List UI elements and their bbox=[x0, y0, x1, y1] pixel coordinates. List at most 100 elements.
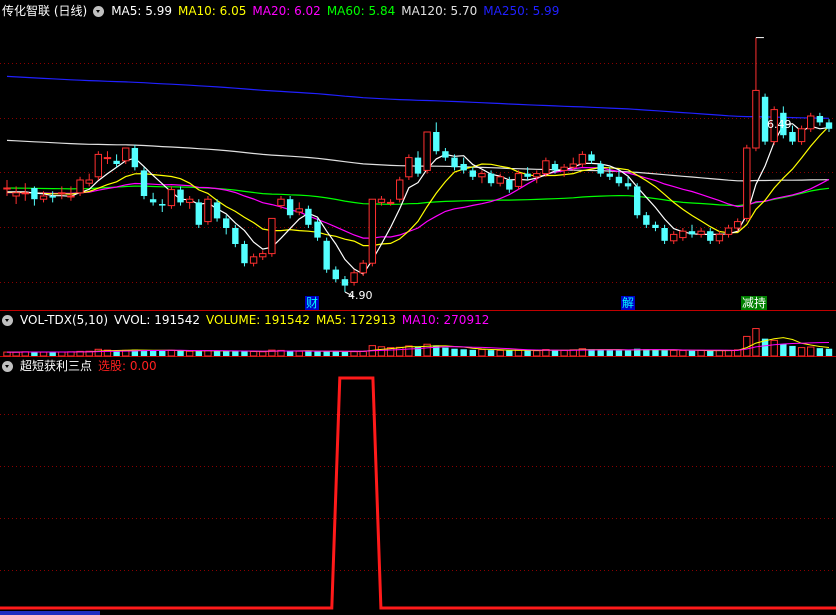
candle-body bbox=[661, 228, 668, 241]
ma10-value: MA10: 6.05 bbox=[177, 4, 247, 18]
volume-bar bbox=[359, 350, 367, 357]
volume-bar bbox=[232, 351, 239, 356]
volume-title[interactable]: VOL-TDX(5,10) bbox=[20, 311, 108, 329]
stock-title[interactable]: 传化智联 (日线) bbox=[2, 2, 87, 20]
volume-bar bbox=[323, 351, 330, 356]
candle-body bbox=[12, 192, 20, 197]
volume-bar bbox=[606, 350, 613, 356]
candle-body bbox=[76, 179, 84, 194]
volume-bar bbox=[341, 351, 349, 356]
vvol-value: VVOL: 191542 bbox=[114, 313, 201, 327]
signal-panel-header: 超短获利三点 选股: 0.00 bbox=[2, 357, 157, 375]
volume-bar bbox=[569, 349, 577, 357]
signal-options-icon[interactable] bbox=[2, 360, 13, 372]
volume-bar bbox=[314, 351, 321, 356]
candle-body bbox=[606, 173, 613, 177]
volume-bar bbox=[295, 350, 303, 357]
candle-body bbox=[825, 122, 833, 129]
stock-chart[interactable] bbox=[0, 0, 836, 615]
volume-options-icon[interactable] bbox=[2, 314, 13, 326]
candle-body bbox=[460, 164, 467, 171]
event-tag-unlock[interactable]: 解 bbox=[621, 296, 636, 310]
volume-bar bbox=[12, 351, 20, 357]
volume-bar bbox=[305, 351, 312, 356]
candle-body bbox=[94, 153, 103, 178]
candle-body bbox=[85, 179, 93, 184]
candle-body bbox=[733, 221, 742, 229]
volume-bar bbox=[177, 350, 184, 356]
signal-value: 选股: 0.00 bbox=[98, 359, 157, 373]
volume-bar bbox=[213, 350, 221, 356]
volume-bar bbox=[770, 339, 778, 357]
candle-body bbox=[643, 215, 650, 225]
candle-body bbox=[177, 189, 184, 203]
volume-bar bbox=[39, 351, 48, 357]
candle-body bbox=[249, 256, 258, 264]
candle-body bbox=[131, 148, 139, 168]
candle-body bbox=[533, 173, 541, 178]
volume-value: VOLUME: 191542 bbox=[206, 313, 310, 327]
volume-bar bbox=[159, 350, 166, 356]
volume-bar bbox=[478, 349, 486, 357]
volume-bar bbox=[377, 346, 386, 357]
volume-bar bbox=[670, 349, 678, 357]
candle-body bbox=[578, 153, 587, 165]
candle-body bbox=[31, 188, 38, 200]
volume-bar bbox=[533, 350, 541, 357]
ma250-value: MA250: 5.99 bbox=[483, 4, 560, 18]
volume-bar bbox=[332, 351, 339, 356]
volume-bar bbox=[286, 350, 294, 356]
candle-body bbox=[789, 132, 796, 142]
volume-bar bbox=[652, 349, 659, 356]
candle-body bbox=[514, 173, 523, 187]
candle-body bbox=[807, 115, 815, 130]
volume-bar bbox=[789, 345, 796, 356]
main-panel-header: 传化智联 (日线) MA5: 5.99 MA10: 6.05 MA20: 6.0… bbox=[2, 2, 559, 20]
candle-body bbox=[185, 198, 194, 203]
volume-bar bbox=[816, 348, 824, 356]
ma120-value: MA120: 5.70 bbox=[401, 4, 478, 18]
ma5-value: MA5: 5.99 bbox=[111, 4, 172, 18]
volume-bar bbox=[624, 350, 632, 356]
volume-bar bbox=[514, 349, 523, 357]
candle-body bbox=[204, 198, 212, 223]
volume-panel-header: VOL-TDX(5,10) VVOL: 191542 VOLUME: 19154… bbox=[2, 311, 489, 329]
volume-bar bbox=[350, 351, 358, 357]
candle-body bbox=[232, 228, 239, 244]
volume-bar bbox=[551, 350, 559, 356]
candle-body bbox=[724, 227, 733, 235]
volume-bar bbox=[780, 343, 787, 356]
volume-bar bbox=[661, 350, 668, 356]
candle-body bbox=[451, 157, 458, 168]
candle-body bbox=[524, 173, 531, 177]
volume-bar bbox=[615, 350, 623, 356]
volume-bar bbox=[185, 350, 194, 357]
volume-bar bbox=[49, 352, 56, 356]
vol-ma5-value: MA5: 172913 bbox=[315, 313, 396, 327]
candle-body bbox=[368, 198, 377, 264]
candle-body bbox=[707, 231, 714, 241]
event-tag-reduction[interactable]: 减持 bbox=[741, 296, 768, 310]
candle-body bbox=[341, 279, 349, 286]
event-tag-finance[interactable]: 财 bbox=[305, 296, 320, 310]
candle-body bbox=[167, 189, 176, 207]
volume-bar bbox=[259, 351, 267, 357]
volume-bar bbox=[597, 349, 604, 356]
candle-body bbox=[268, 217, 276, 255]
candle-body bbox=[634, 186, 641, 216]
candle-body bbox=[359, 262, 367, 274]
volume-bar bbox=[697, 349, 705, 357]
candle-body bbox=[433, 132, 440, 152]
volume-bar bbox=[807, 346, 815, 357]
candle-body bbox=[314, 221, 321, 238]
vol-ma10-value: MA10: 270912 bbox=[401, 313, 490, 327]
volume-bar bbox=[167, 349, 176, 357]
volume-bar bbox=[688, 350, 696, 356]
candle-body bbox=[624, 183, 632, 187]
candle-body bbox=[487, 173, 495, 184]
indicator-options-icon[interactable] bbox=[93, 5, 105, 17]
volume-bar bbox=[460, 349, 467, 356]
signal-title[interactable]: 超短获利三点 bbox=[20, 357, 92, 375]
candle-body bbox=[241, 244, 248, 264]
candle-body bbox=[49, 196, 56, 198]
